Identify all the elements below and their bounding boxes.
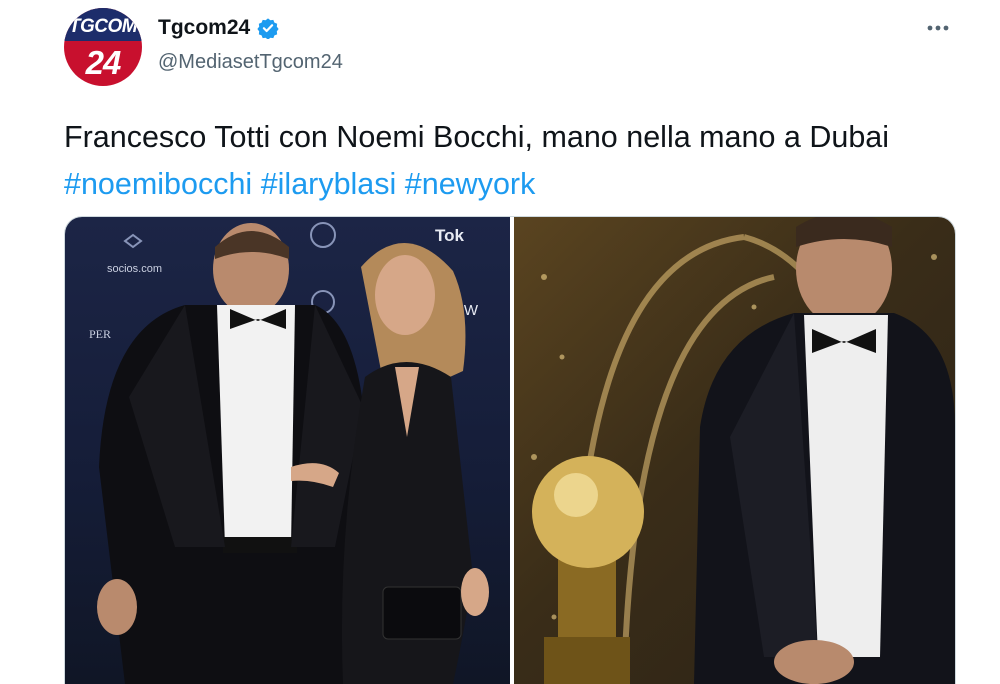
backdrop-logo-per: PER (89, 327, 111, 341)
couple-photo-illustration: socios.com Tok CoinW PER (89, 222, 489, 684)
golden-trophy-figure (532, 456, 644, 684)
more-options-icon[interactable] (922, 18, 954, 38)
hashtag-noemibocchi[interactable]: #noemibocchi (64, 167, 252, 201)
avatar-number-text: 24 (85, 44, 122, 81)
man-presenter-figure (694, 217, 955, 684)
socios-logo-icon (123, 233, 143, 249)
profile-avatar[interactable]: TGCOM 24 (64, 8, 142, 86)
backdrop-logo-socios: socios.com (107, 263, 162, 275)
backdrop-logo-tok: Tok (435, 226, 465, 245)
trophy-photo-illustration (531, 217, 955, 684)
author-name-row: Tgcom24 (158, 16, 279, 40)
photo-couple-red-carpet[interactable]: socios.com Tok CoinW PER (65, 217, 510, 684)
hashtag-ilaryblasi[interactable]: #ilaryblasi (261, 167, 397, 201)
backdrop-logo-icon (310, 222, 336, 248)
tweet-body-text: Francesco Totti con Noemi Bocchi, mano n… (64, 120, 890, 154)
account-handle[interactable]: @MediasetTgcom24 (158, 51, 343, 74)
avatar-brand-text: TGCOM (68, 16, 138, 37)
hashtag-newyork[interactable]: #newyork (405, 167, 536, 201)
tweet-media-grid: socios.com Tok CoinW PER (64, 216, 956, 684)
display-name[interactable]: Tgcom24 (158, 16, 250, 40)
photo-man-with-trophy[interactable] (514, 217, 955, 684)
tweet-text: Francesco Totti con Noemi Bocchi, mano n… (64, 114, 964, 208)
verified-badge-icon[interactable] (257, 17, 279, 39)
